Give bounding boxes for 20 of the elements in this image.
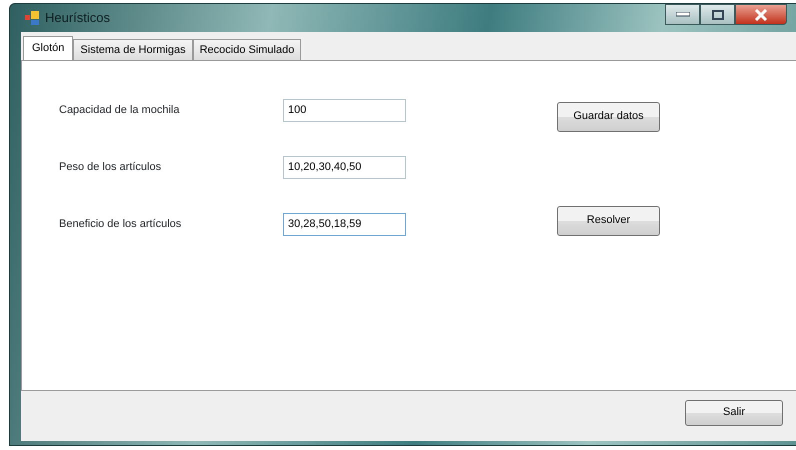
field-label: Capacidad de la mochila: [59, 102, 180, 118]
field-label: Peso de los artículos: [59, 160, 162, 174]
exit-button[interactable]: Salir: [685, 400, 783, 426]
field-label: Beneficio de los artículos: [59, 216, 182, 232]
maximize-icon: [712, 10, 724, 20]
close-icon: [754, 8, 768, 20]
action-button[interactable]: Guardar datos: [557, 102, 660, 132]
tab[interactable]: Glotón: [23, 36, 74, 60]
maximize-button[interactable]: [700, 4, 735, 25]
tab[interactable]: Sistema de Hormigas: [73, 39, 193, 60]
close-button[interactable]: [735, 4, 787, 25]
input-field[interactable]: 30,28,50,18,59: [283, 212, 406, 236]
action-button[interactable]: Resolver: [557, 206, 660, 236]
app-icon: [25, 11, 39, 25]
window-title: Heurísticos: [45, 9, 110, 28]
input-field[interactable]: 100: [283, 98, 406, 122]
minimize-button[interactable]: [665, 4, 700, 25]
input-field[interactable]: 10,20,30,40,50: [283, 156, 406, 178]
minimize-icon: [676, 12, 690, 17]
tab[interactable]: Recocido Simulado: [192, 39, 302, 60]
